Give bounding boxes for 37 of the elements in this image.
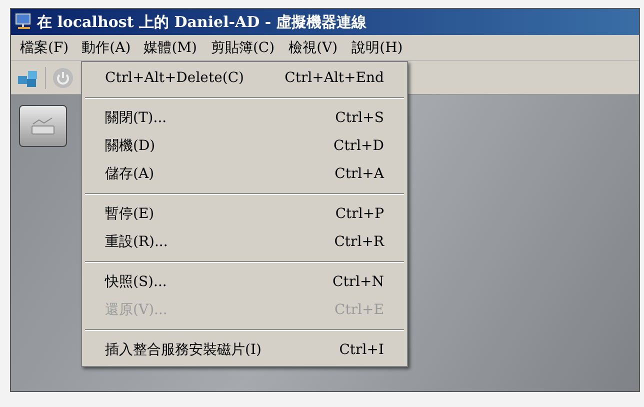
shortcut-label: Ctrl+E [334,302,384,318]
menu-option[interactable]: 關閉(T)... Ctrl+S [85,104,404,132]
menu-item[interactable]: 剪貼簿(C) [204,36,282,60]
monitor-icon [15,13,33,31]
menu-option[interactable]: Ctrl+Alt+Delete(C) Ctrl+Alt+End [85,64,404,92]
menu-option[interactable]: 重設(R)... Ctrl+R [85,228,404,256]
menu-item[interactable]: 說明(H) [344,36,410,60]
shortcut-label: Ctrl+R [334,234,384,250]
option-label: 關機(D) [105,137,156,155]
window-title: 在 localhost 上的 Daniel-AD - 虛擬機器連線 [37,12,366,32]
menu-option[interactable]: 插入整合服務安裝磁片(I) Ctrl+I [85,336,404,364]
menu-item[interactable]: 檢視(V) [282,36,345,60]
keyboard-icon [30,117,56,135]
shortcut-label: Ctrl+P [335,206,384,222]
option-label: Ctrl+Alt+Delete(C) [105,70,244,86]
option-label: 暫停(E) [105,205,154,223]
power-icon[interactable] [52,66,74,88]
menu-item[interactable]: 動作(A) [76,36,137,58]
shortcut-label: Ctrl+D [334,138,384,154]
option-label: 儲存(A) [105,165,154,183]
shortcut-label: Ctrl+N [332,274,384,290]
menu-option[interactable]: 快照(S)... Ctrl+N [85,268,404,296]
shortcut-label: Ctrl+S [335,110,384,126]
menu-item[interactable]: 檔案(F) [13,36,76,60]
keyboard-button[interactable] [19,105,67,147]
option-label: 快照(S)... [105,273,167,291]
shortcut-label: Ctrl+I [339,342,384,358]
shortcut-label: Ctrl+Alt+End [284,70,384,86]
menu-option[interactable]: 儲存(A) Ctrl+A [85,160,404,188]
option-label: 插入整合服務安裝磁片(I) [105,341,262,359]
menu-item[interactable]: 媒體(M) [136,36,204,60]
shortcut-label: Ctrl+A [334,166,384,182]
option-label: 重設(R)... [105,233,168,251]
option-label: 關閉(T)... [105,109,167,127]
menu-option[interactable]: 關機(D) Ctrl+D [85,132,404,160]
option-label: 還原(V)... [105,301,168,319]
menu-option[interactable]: 暫停(E) Ctrl+P [85,200,404,228]
